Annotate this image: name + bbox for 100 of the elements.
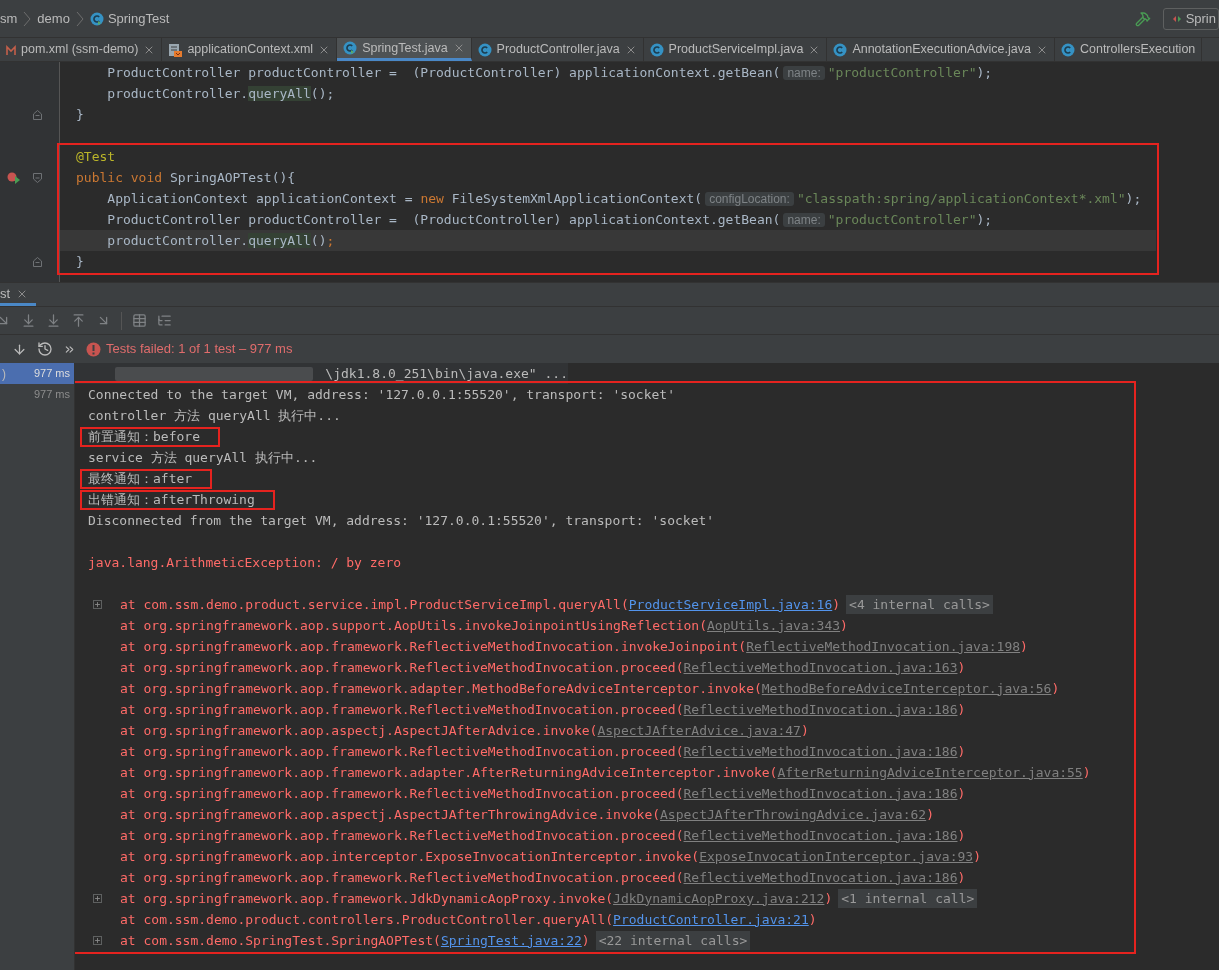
stack-frame-text: at org.springframework.aop.framework.ReflectiveMethodInvocation.invokeJoinpoint( xyxy=(120,637,747,656)
source-link[interactable]: ReflectiveMethodInvocation.java:186 xyxy=(683,783,958,804)
stack-frame-text: at org.springframework.aop.framework.ReflectiveMethodInvocation.proceed( xyxy=(120,784,684,803)
stack-frame-text: at com.ssm.demo.product.controllers.ProductController.queryAll( xyxy=(120,910,614,929)
test-class-icon xyxy=(343,41,358,55)
download-icon[interactable] xyxy=(46,313,61,328)
code-line: productController.queryAll(); xyxy=(106,232,335,250)
stack-frame-text: ) xyxy=(957,868,966,887)
console-text: 出错通知：afterThrowing xyxy=(80,489,275,510)
console-text: \jdk1.8.0_251\bin\java.exe" ... xyxy=(325,364,568,383)
source-link[interactable]: ProductController.java:21 xyxy=(613,909,809,930)
source-link[interactable]: ReflectiveMethodInvocation.java:198 xyxy=(746,636,1021,657)
source-link[interactable]: JdkDynamicAopProxy.java:212 xyxy=(613,888,825,909)
console-text: 前置通知：before xyxy=(80,426,220,447)
stack-frame-text: at org.springframework.aop.framework.ReflectiveMethodInvocation.proceed( xyxy=(120,658,684,677)
editor-tab[interactable]: ControllersExecution xyxy=(1054,38,1203,61)
export-icon[interactable] xyxy=(71,313,86,328)
config-icon xyxy=(1171,13,1182,24)
code-line: ApplicationContext applicationContext = new FileSystemXmlApplicationContext( configLocation: "classpath:spring/applicationContext*.xml"); xyxy=(106,189,1142,208)
stack-frame-text: ) xyxy=(957,826,966,845)
source-link[interactable]: ReflectiveMethodInvocation.java:186 xyxy=(683,825,958,846)
source-link[interactable]: AopUtils.java:343 xyxy=(707,615,841,636)
source-link[interactable]: AspectJAfterAdvice.java:47 xyxy=(597,720,801,741)
internal-calls-label[interactable]: <1 internal call> xyxy=(838,888,978,909)
stack-frame-text: at org.springframework.aop.framework.ReflectiveMethodInvocation.proceed( xyxy=(120,826,684,845)
stack-frame-text: ) xyxy=(1020,637,1028,656)
table-icon[interactable] xyxy=(132,313,147,328)
down-arrow-icon[interactable] xyxy=(12,341,27,357)
source-link[interactable]: SpringTest.java:22 xyxy=(440,930,582,951)
fold-icon[interactable] xyxy=(33,172,42,183)
breadcrumb-separator-icon xyxy=(23,10,32,27)
test-tree-row[interactable]: ) 977 ms xyxy=(0,363,74,384)
stack-frame-text: ) xyxy=(1082,763,1091,782)
stack-frame-text: ) xyxy=(800,721,809,740)
stack-frame-text: at org.springframework.aop.support.AopUtils.invokeJoinpointUsingReflection( xyxy=(120,616,707,635)
stack-frame-text: at org.springframework.aop.interceptor.ExposeInvocationInterceptor.invoke( xyxy=(120,847,700,866)
xml-file-icon xyxy=(168,42,183,57)
stack-frame-text: at org.springframework.aop.framework.adapter.AfterReturningAdviceInterceptor.invoke( xyxy=(120,763,778,782)
source-link[interactable]: ProductServiceImpl.java:16 xyxy=(628,594,833,615)
stack-frame-text: at org.springframework.aop.framework.ReflectiveMethodInvocation.proceed( xyxy=(120,700,684,719)
breadcrumb-separator-icon xyxy=(75,10,84,27)
fold-icon[interactable] xyxy=(33,109,42,120)
console-error-text: java.lang.ArithmeticException: / by zero xyxy=(88,553,402,572)
test-class-icon xyxy=(89,11,104,26)
editor-tab[interactable]: SpringTest.java xyxy=(337,38,472,61)
stack-frame-text: ) xyxy=(957,658,966,677)
console-text: service 方法 queryAll 执行中... xyxy=(88,449,318,466)
fold-icon[interactable] xyxy=(33,256,42,267)
breadcrumb-item[interactable]: sm xyxy=(0,8,18,29)
editor-tab[interactable]: AnnotationExecutionAdvice.java xyxy=(827,38,1055,61)
run-config-selector[interactable]: Sprin xyxy=(1162,7,1219,30)
console-text: controller 方法 queryAll 执行中... xyxy=(88,407,341,424)
stack-frame-text: ) xyxy=(926,805,934,824)
stack-frame-text: ) xyxy=(973,847,981,866)
class-icon xyxy=(649,42,664,57)
editor-tab[interactable]: ProductController.java xyxy=(471,38,644,61)
import-icon[interactable] xyxy=(21,313,36,328)
class-icon xyxy=(477,42,492,57)
source-link[interactable]: ReflectiveMethodInvocation.java:186 xyxy=(683,699,958,720)
stack-frame-text: at org.springframework.aop.framework.ReflectiveMethodInvocation.proceed( xyxy=(120,742,684,761)
source-link[interactable]: ReflectiveMethodInvocation.java:163 xyxy=(683,657,958,678)
code-line: } xyxy=(76,106,84,124)
class-icon xyxy=(1060,42,1075,57)
breadcrumb-item[interactable]: demo xyxy=(37,8,70,29)
source-link[interactable]: ReflectiveMethodInvocation.java:186 xyxy=(683,867,958,888)
test-tree-row[interactable]: 977 ms xyxy=(0,384,74,405)
stack-frame-text: at org.springframework.aop.aspectj.AspectJAfterAdvice.invoke( xyxy=(120,721,598,740)
stack-frame-text: ) xyxy=(957,742,966,761)
source-link[interactable]: ExposeInvocationInterceptor.java:93 xyxy=(699,846,974,867)
console-text: Connected to the target VM, address: '127.0.0.1:55520', transport: 'socket' xyxy=(88,386,675,403)
console-text: Disconnected from the target VM, address: '127.0.0.1:55520', transport: 'socket' xyxy=(88,512,715,529)
history-icon[interactable] xyxy=(37,341,53,357)
code-line: ProductController productController = (ProductController) applicationContext.getBean( name: "productController"); xyxy=(106,63,993,82)
source-link[interactable]: ReflectiveMethodInvocation.java:186 xyxy=(683,741,958,762)
stack-frame-text: ) xyxy=(581,931,590,950)
console-text: 最终通知：after xyxy=(80,468,213,489)
stack-frame-text: at org.springframework.aop.framework.JdkDynamicAopProxy.invoke( xyxy=(120,889,614,908)
source-link[interactable]: AfterReturningAdviceInterceptor.java:55 xyxy=(777,762,1083,783)
editor-tab[interactable]: ProductServiceImpl.java xyxy=(643,38,828,61)
internal-calls-label[interactable]: <22 internal calls> xyxy=(595,930,751,951)
maven-icon xyxy=(6,42,16,57)
source-link[interactable]: AspectJAfterThrowingAdvice.java:62 xyxy=(660,804,927,825)
stack-frame-text: at org.springframework.aop.aspectj.AspectJAfterThrowingAdvice.invoke( xyxy=(120,805,661,824)
build-icon[interactable] xyxy=(1134,10,1151,27)
tree-icon[interactable] xyxy=(157,313,172,328)
stack-frame-text: at org.springframework.aop.framework.adapter.MethodBeforeAdviceInterceptor.invoke( xyxy=(120,679,762,698)
editor-tab[interactable]: pom.xml (ssm-demo) xyxy=(0,38,163,61)
stack-frame-text: ) xyxy=(957,700,966,719)
expand-icon[interactable] xyxy=(93,894,102,903)
breadcrumb-item[interactable]: SpringTest xyxy=(107,8,170,29)
stack-frame-text: at com.ssm.demo.SpringTest.SpringAOPTest( xyxy=(120,931,441,950)
source-link[interactable]: MethodBeforeAdviceInterceptor.java:56 xyxy=(761,678,1052,699)
stack-frame-text: ) xyxy=(840,616,848,635)
expand-icon[interactable] xyxy=(93,600,102,609)
run-failed-icon[interactable] xyxy=(7,171,21,184)
internal-calls-label[interactable]: <4 internal calls> xyxy=(846,594,993,615)
code-line: public void SpringAOPTest(){ xyxy=(76,169,296,187)
class-icon xyxy=(833,42,848,57)
stack-frame-text: ) xyxy=(957,784,966,803)
expand-icon[interactable] xyxy=(93,936,102,945)
